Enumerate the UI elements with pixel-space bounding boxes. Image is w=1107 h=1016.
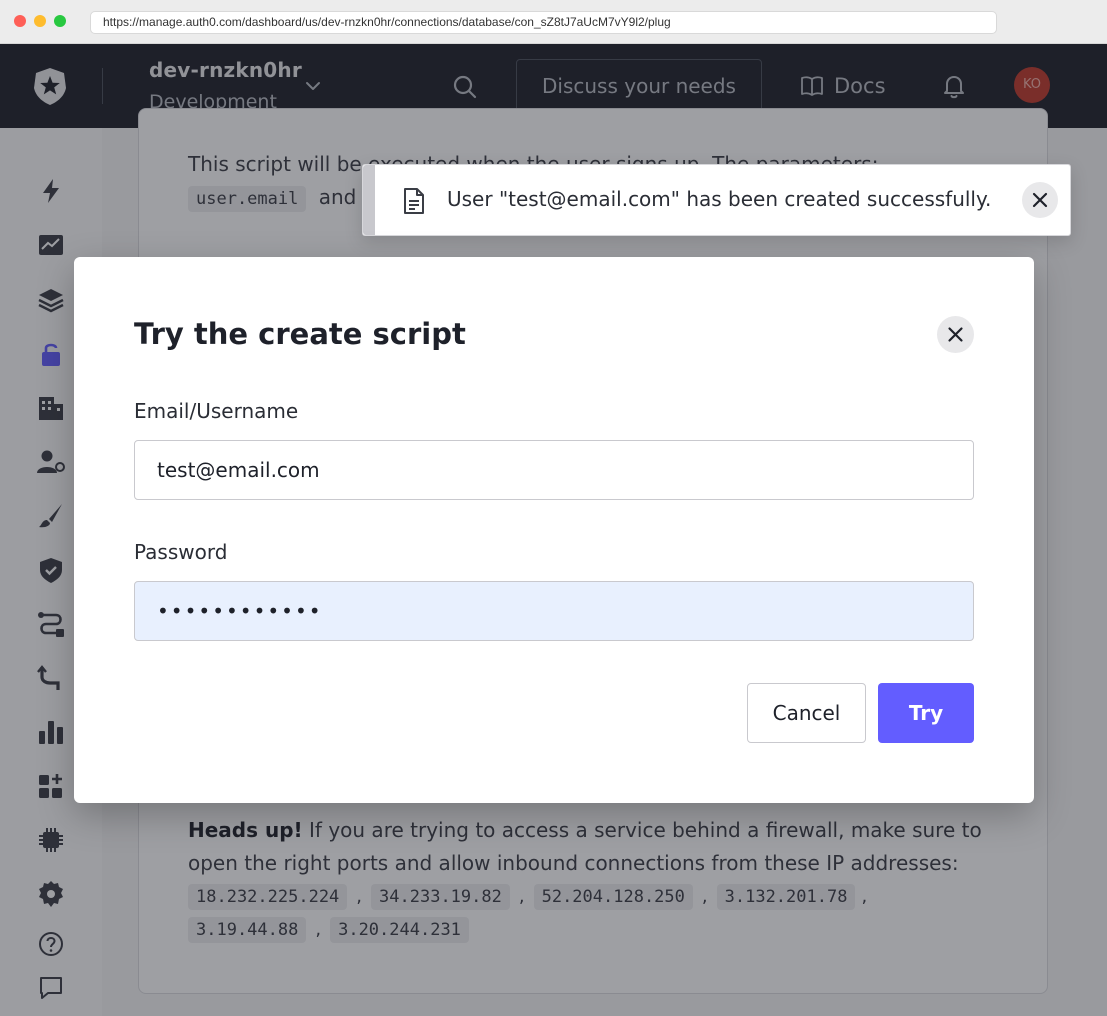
try-script-modal: Try the create script Email/Username tes…	[74, 257, 1034, 803]
window-close-button[interactable]	[14, 15, 26, 27]
email-field[interactable]: test@email.com	[134, 440, 974, 500]
window-maximize-button[interactable]	[54, 15, 66, 27]
email-label: Email/Username	[134, 399, 299, 423]
toast-accent-bar	[363, 165, 375, 235]
toast-message: User "test@email.com" has been created s…	[447, 187, 992, 211]
window-minimize-button[interactable]	[34, 15, 46, 27]
close-icon	[948, 327, 963, 342]
modal-close-button[interactable]	[937, 316, 974, 353]
cancel-button[interactable]: Cancel	[747, 683, 866, 743]
address-bar[interactable]: https://manage.auth0.com/dashboard/us/de…	[90, 11, 997, 34]
close-icon	[1032, 192, 1048, 208]
toast-close-button[interactable]	[1022, 182, 1058, 218]
try-button[interactable]: Try	[878, 683, 974, 743]
success-toast: User "test@email.com" has been created s…	[362, 164, 1071, 236]
password-field[interactable]: ••••••••••••	[134, 581, 974, 641]
document-icon	[404, 188, 424, 214]
browser-chrome: https://manage.auth0.com/dashboard/us/de…	[0, 0, 1107, 44]
password-label: Password	[134, 540, 228, 564]
modal-title: Try the create script	[134, 317, 466, 351]
